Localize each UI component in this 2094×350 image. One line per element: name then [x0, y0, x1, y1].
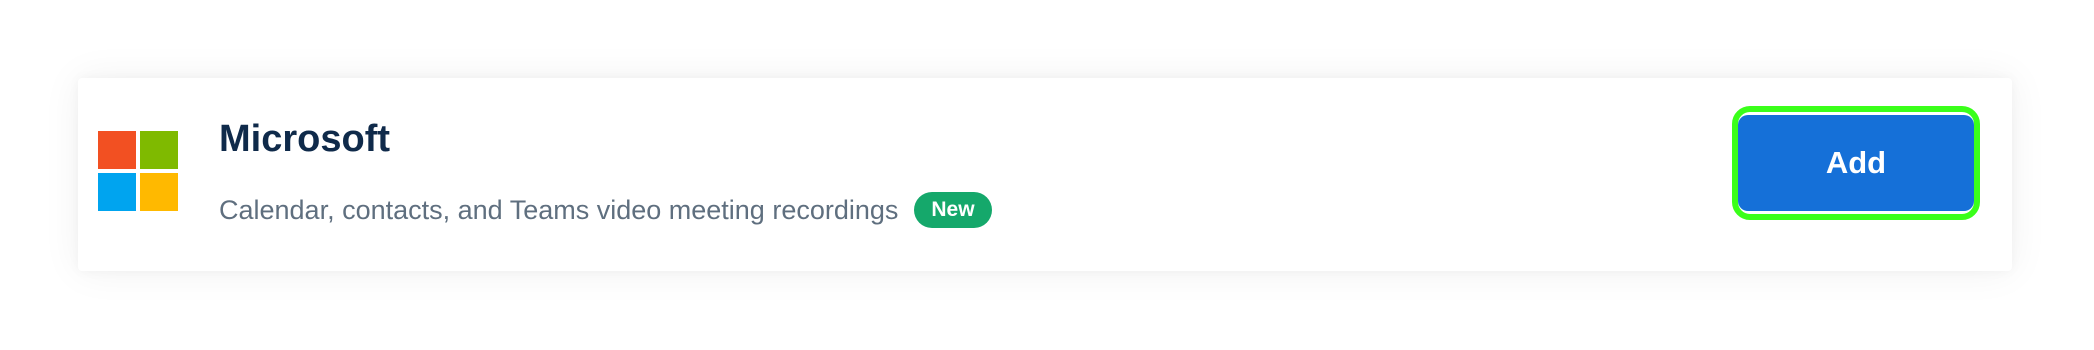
integration-description-row: Calendar, contacts, and Teams video meet…: [219, 192, 992, 228]
microsoft-logo-icon: [98, 131, 178, 211]
logo-yellow-square: [140, 173, 178, 211]
integration-card: Microsoft Calendar, contacts, and Teams …: [78, 78, 2012, 271]
add-button[interactable]: Add: [1738, 115, 1974, 211]
logo-red-square: [98, 131, 136, 169]
integration-title: Microsoft: [219, 118, 390, 160]
new-badge: New: [914, 192, 992, 228]
logo-green-square: [140, 131, 178, 169]
logo-blue-square: [98, 173, 136, 211]
add-button-highlight: Add: [1732, 106, 1980, 220]
integration-description: Calendar, contacts, and Teams video meet…: [219, 194, 899, 225]
